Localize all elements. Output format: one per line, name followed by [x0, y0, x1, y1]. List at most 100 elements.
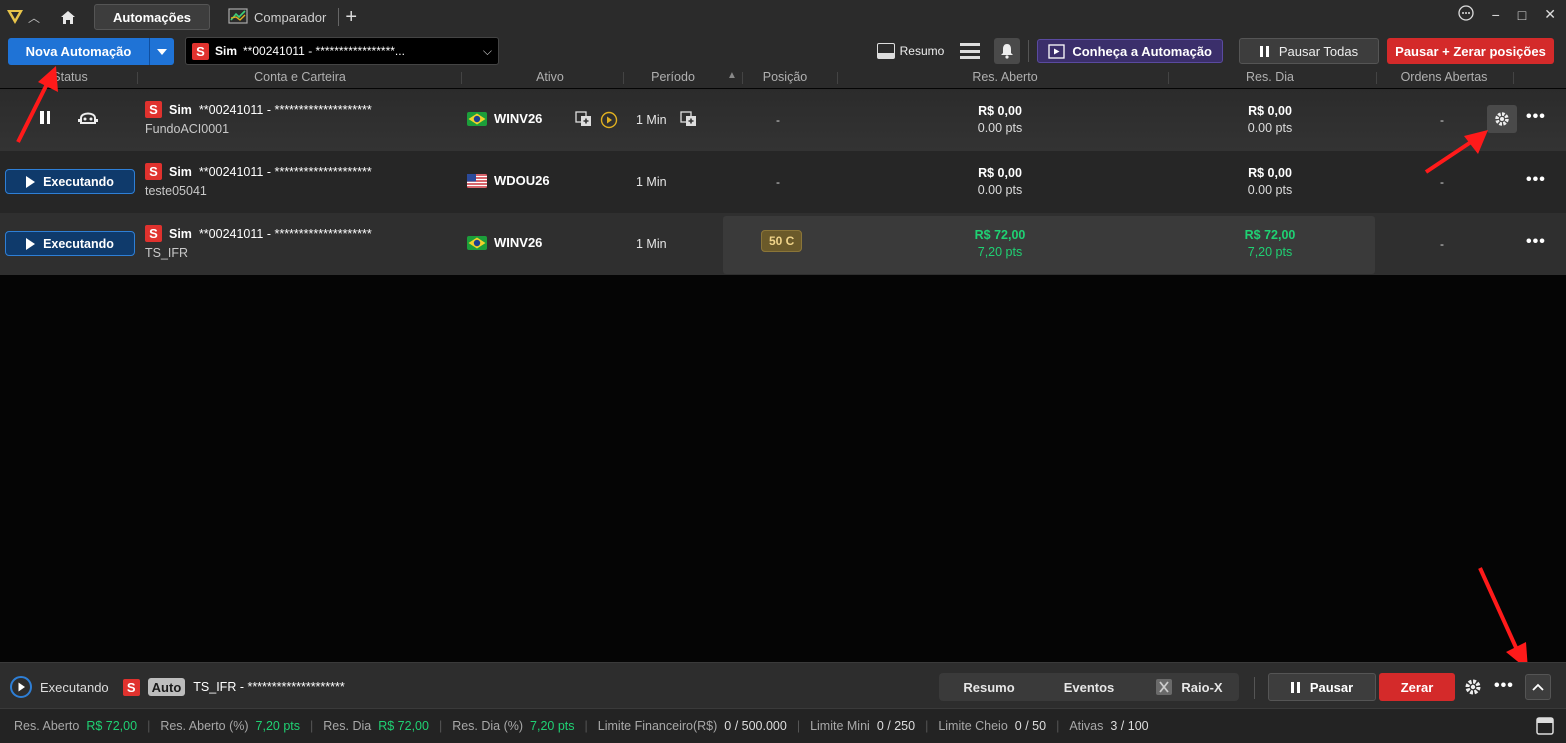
chevron-down-icon: ⌵ [482, 43, 492, 58]
chevron-up-icon [1532, 683, 1544, 691]
chevron-up-icon[interactable]: ︿ [28, 9, 40, 26]
minimize-button[interactable]: − [1492, 7, 1500, 23]
nova-automacao-button[interactable]: Nova Automação [8, 38, 174, 65]
pausar-button[interactable]: Pausar [1268, 673, 1376, 701]
bottom-divider [1254, 677, 1255, 699]
res-aberto-pts: 0.00 pts [977, 183, 1023, 197]
pausar-todas-button[interactable]: Pausar Todas [1239, 38, 1379, 64]
add-tab-button[interactable]: + [345, 7, 357, 27]
gear-icon[interactable] [1463, 677, 1483, 700]
panel-bottom-icon [876, 43, 895, 59]
res-aberto-pct-label: Res. Aberto (%) [160, 719, 249, 733]
tab-raio-x[interactable]: Raio-X [1139, 678, 1239, 696]
zerar-button[interactable]: Zerar [1379, 673, 1455, 701]
res-aberto-pct-value: 7,20 pts [255, 719, 301, 733]
posicao-value: 50 C [761, 230, 803, 252]
xray-icon [1156, 679, 1173, 695]
timer-play-icon[interactable] [600, 111, 618, 132]
bottom-tabs: Resumo Eventos Raio-X [939, 673, 1239, 701]
automation-name: TS_IFR - ******************** [193, 680, 345, 694]
duplicate-period-icon[interactable] [680, 111, 698, 130]
chart-compare-icon [228, 7, 248, 27]
chevron-down-icon[interactable] [150, 38, 174, 65]
resumo-toggle[interactable]: Resumo [876, 43, 944, 59]
limite-cheio-value: 0 / 50 [1014, 719, 1047, 733]
status-label: Executando [43, 236, 114, 251]
portfolio-name: TS_IFR [145, 246, 189, 260]
res-dia-pts: 7,20 pts [1247, 245, 1293, 259]
account-cell: S Sim **00241011 - ******************** … [145, 101, 372, 136]
more-options-icon[interactable]: ••• [1494, 677, 1514, 695]
col-posicao[interactable]: Posição [750, 70, 820, 84]
auto-badge: Auto [147, 678, 186, 696]
executando-button[interactable]: Executando [5, 231, 135, 256]
list-view-icon[interactable] [960, 43, 981, 59]
more-options-icon[interactable]: ••• [1526, 171, 1546, 189]
conheca-automacao-button[interactable]: Conheça a Automação [1037, 39, 1223, 63]
col-conta[interactable]: Conta e Carteira [200, 70, 400, 84]
menu-dots-icon[interactable] [1457, 5, 1474, 24]
col-ativo[interactable]: Ativo [510, 70, 590, 84]
col-res-aberto[interactable]: Res. Aberto [920, 70, 1090, 84]
table-row[interactable]: Executando S Sim **00241011 - **********… [0, 151, 1566, 213]
pausar-todas-label: Pausar Todas [1278, 43, 1359, 59]
account-number: **00241011 - ******************** [198, 102, 372, 117]
tab-comparador[interactable]: Comparador [228, 4, 326, 30]
table-row[interactable]: Executando S Sim **00241011 - **********… [0, 213, 1566, 275]
tab-eventos[interactable]: Eventos [1039, 680, 1139, 695]
notifications-button[interactable] [994, 38, 1021, 64]
account-cell: S Sim **00241011 - ******************** … [145, 225, 372, 260]
table-row[interactable]: S Sim **00241011 - ******************** … [0, 89, 1566, 151]
ordens-value: - [1440, 237, 1444, 251]
annotation-arrow-icon [1424, 130, 1488, 174]
res-dia-cell: R$ 72,00 7,20 pts [1210, 227, 1330, 261]
periodo-value: 1 Min [636, 113, 667, 127]
more-options-icon[interactable]: ••• [1526, 108, 1546, 126]
robot-icon[interactable] [78, 109, 98, 130]
pause-icon [1259, 45, 1269, 57]
ativo-symbol: WINV26 [494, 111, 543, 126]
ativo-cell: WINV26 [467, 235, 542, 250]
annotation-arrow-icon [1478, 567, 1528, 670]
account-type: Sim [215, 44, 238, 58]
executando-button[interactable]: Executando [5, 169, 135, 194]
col-res-dia[interactable]: Res. Dia [1200, 70, 1340, 84]
app-logo-icon[interactable] [4, 6, 26, 28]
nova-automacao-label[interactable]: Nova Automação [8, 38, 150, 65]
duplicate-icon[interactable] [575, 111, 593, 130]
pausar-zerar-button[interactable]: Pausar + Zerar posições [1387, 38, 1554, 64]
tab-automacoes-label: Automações [113, 9, 192, 25]
account-select[interactable]: S Sim **00241011 - *****************... … [185, 37, 499, 65]
account-number: **00241011 - ******************** [198, 164, 372, 179]
col-ordens-abertas[interactable]: Ordens Abertas [1384, 70, 1504, 84]
sim-badge: S [122, 678, 140, 696]
col-periodo[interactable]: Período [640, 70, 706, 84]
tab-resumo[interactable]: Resumo [939, 680, 1039, 695]
sort-asc-icon[interactable]: ▲ [727, 70, 737, 81]
res-dia-cell: R$ 0,00 0.00 pts [1210, 103, 1330, 137]
res-aberto-label: Res. Aberto [14, 719, 80, 733]
table-header: Status Conta e Carteira Ativo Período ▲ … [0, 68, 1566, 88]
bottom-status-label: Executando [40, 679, 109, 695]
more-options-icon[interactable]: ••• [1526, 233, 1546, 251]
pause-icon [1290, 681, 1300, 693]
pausar-label: Pausar [1309, 679, 1354, 695]
account-type: Sim [169, 102, 192, 117]
close-button[interactable]: ✕ [1544, 6, 1556, 23]
res-aberto-brl: R$ 72,00 [974, 228, 1026, 242]
status-label: Executando [43, 174, 114, 189]
res-dia-value: R$ 72,00 [378, 719, 429, 733]
pausar-zerar-label: Pausar + Zerar posições [1395, 43, 1546, 59]
limite-financeiro-label: Limite Financeiro(R$) [597, 719, 718, 733]
maximize-button[interactable]: □ [1518, 7, 1526, 23]
res-dia-pct-value: 7,20 pts [530, 719, 575, 733]
ativas-value: 3 / 100 [1110, 719, 1149, 733]
account-type: Sim [169, 226, 192, 241]
limite-cheio-label: Limite Cheio [938, 719, 1008, 733]
brazil-flag-icon [467, 235, 487, 250]
tab-automacoes[interactable]: Automações [94, 4, 211, 30]
expand-panel-button[interactable] [1525, 674, 1551, 700]
ativo-symbol: WINV26 [494, 235, 543, 250]
panel-layout-icon[interactable] [1536, 717, 1554, 738]
home-icon[interactable] [58, 7, 78, 27]
